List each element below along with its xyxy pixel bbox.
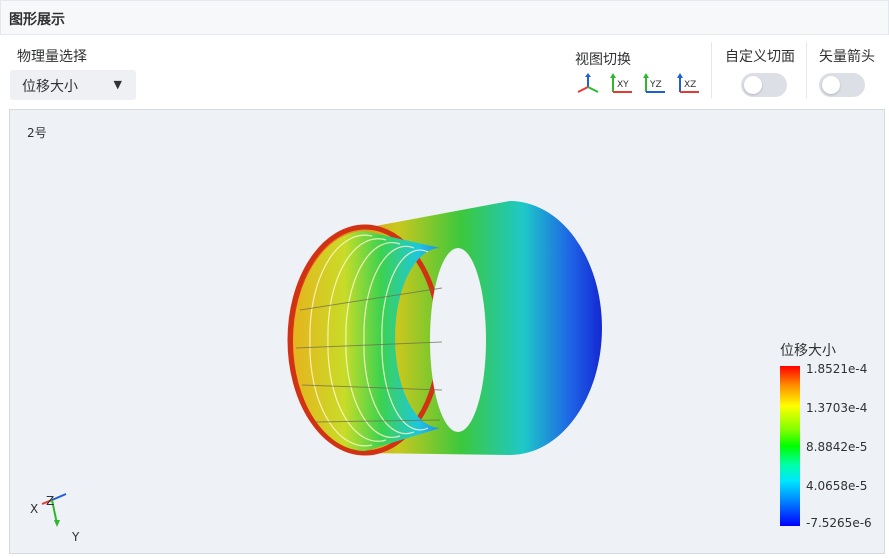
color-scale-bar — [780, 366, 800, 526]
axis-z-label: Z — [46, 494, 55, 508]
axis-y-label: Y — [72, 530, 80, 544]
view-yz-text: YZ — [649, 80, 662, 90]
toolbar-divider — [806, 42, 807, 98]
cylinder-model[interactable] — [10, 110, 884, 553]
caret-down-icon: ▼ — [113, 78, 122, 91]
view-xy-button[interactable]: XY — [608, 72, 636, 96]
view-yz-button[interactable]: YZ — [641, 72, 669, 96]
toolbar-divider — [711, 42, 712, 98]
panel-title: 图形展示 — [9, 12, 65, 28]
vector-arrows-toggle[interactable] — [819, 73, 865, 97]
legend-title: 位移大小 — [780, 343, 836, 359]
view-xz-button[interactable]: XZ — [675, 72, 703, 96]
legend-tick: -7.5265e-6 — [806, 516, 872, 530]
yz-view-icon: YZ — [643, 73, 665, 93]
panel-header: 图形展示 — [0, 0, 889, 35]
render-viewport[interactable]: 2号 位移大小 1.8521e-4 1.3703e-4 8.8842e-5 4.… — [9, 109, 885, 554]
legend-tick: 1.8521e-4 — [806, 362, 868, 376]
xz-view-icon: XZ — [677, 73, 699, 93]
legend-tick: 4.0658e-5 — [806, 479, 868, 493]
quantity-select-value: 位移大小 — [22, 79, 78, 95]
cylinder-opening — [430, 248, 486, 432]
axis-x-label: X — [30, 502, 39, 516]
view-xz-text: XZ — [684, 80, 696, 90]
view-xy-text: XY — [617, 80, 629, 90]
custom-section-label: 自定义切面 — [725, 49, 795, 65]
vector-arrows-label: 矢量箭头 — [819, 49, 875, 65]
view-switch-label: 视图切换 — [575, 52, 631, 68]
toggle-knob — [744, 76, 762, 94]
toggle-knob — [822, 76, 840, 94]
orientation-axes: X Z Y — [26, 490, 86, 550]
custom-section-toggle[interactable] — [741, 73, 787, 97]
xy-view-icon: XY — [610, 73, 632, 93]
legend-tick: 8.8842e-5 — [806, 440, 868, 454]
axes-3d-icon — [577, 73, 599, 93]
quantity-label: 物理量选择 — [17, 49, 87, 65]
quantity-select[interactable]: 位移大小 ▼ — [10, 70, 136, 100]
legend-tick: 1.3703e-4 — [806, 401, 868, 415]
view-3d-button[interactable] — [574, 72, 602, 96]
